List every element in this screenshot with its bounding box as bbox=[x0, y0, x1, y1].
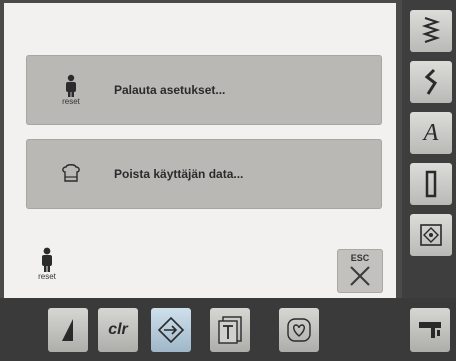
heart-icon bbox=[287, 318, 311, 342]
creative-consultant-button[interactable] bbox=[279, 308, 319, 352]
stitch-zigzag-icon bbox=[421, 17, 441, 43]
alphabet-icon: A bbox=[423, 119, 439, 146]
stitch-s-icon bbox=[424, 68, 438, 95]
reset-caption: reset bbox=[62, 97, 80, 106]
sewing-machine-icon bbox=[419, 322, 441, 338]
quilt-icon bbox=[420, 224, 442, 246]
buttonhole-icon bbox=[425, 170, 437, 198]
delete-user-data-label: Poista käyttäjän data... bbox=[114, 167, 244, 181]
chef-hat-icon bbox=[46, 149, 96, 199]
delete-user-data-button[interactable]: Poista käyttäjän data... bbox=[26, 139, 382, 209]
needle-icon bbox=[62, 319, 73, 341]
sidebar-item-quilt-stitches[interactable] bbox=[410, 214, 452, 256]
sidebar-item-practical-stitches[interactable] bbox=[410, 10, 452, 52]
reset-status-indicator: reset bbox=[32, 247, 62, 291]
tutorial-icon bbox=[218, 316, 242, 344]
function-bar: clr bbox=[0, 298, 456, 361]
person-reset-icon: reset bbox=[46, 65, 96, 115]
setup-button[interactable] bbox=[151, 308, 191, 352]
reset-settings-button[interactable]: reset Palauta asetukset... bbox=[26, 55, 382, 125]
reset-settings-label: Palauta asetukset... bbox=[114, 83, 226, 97]
tutorial-button[interactable] bbox=[210, 308, 250, 352]
stitch-category-sidebar: A bbox=[402, 0, 456, 298]
sewing-machine-button[interactable] bbox=[410, 308, 450, 352]
sidebar-item-buttonholes[interactable] bbox=[410, 163, 452, 205]
setup-arrow-icon bbox=[157, 316, 185, 344]
clear-icon: clr bbox=[108, 321, 128, 338]
sidebar-item-decorative-stitches[interactable] bbox=[410, 61, 452, 103]
sidebar-item-alphabets[interactable]: A bbox=[410, 112, 452, 154]
esc-button[interactable]: ESC bbox=[337, 249, 383, 293]
reset-caption: reset bbox=[38, 272, 56, 281]
main-screen: reset Palauta asetukset... Poista käyttä… bbox=[4, 3, 396, 298]
close-icon bbox=[350, 266, 370, 286]
clear-button[interactable]: clr bbox=[98, 308, 138, 352]
person-reset-icon bbox=[42, 247, 52, 272]
needle-button[interactable] bbox=[48, 308, 88, 352]
